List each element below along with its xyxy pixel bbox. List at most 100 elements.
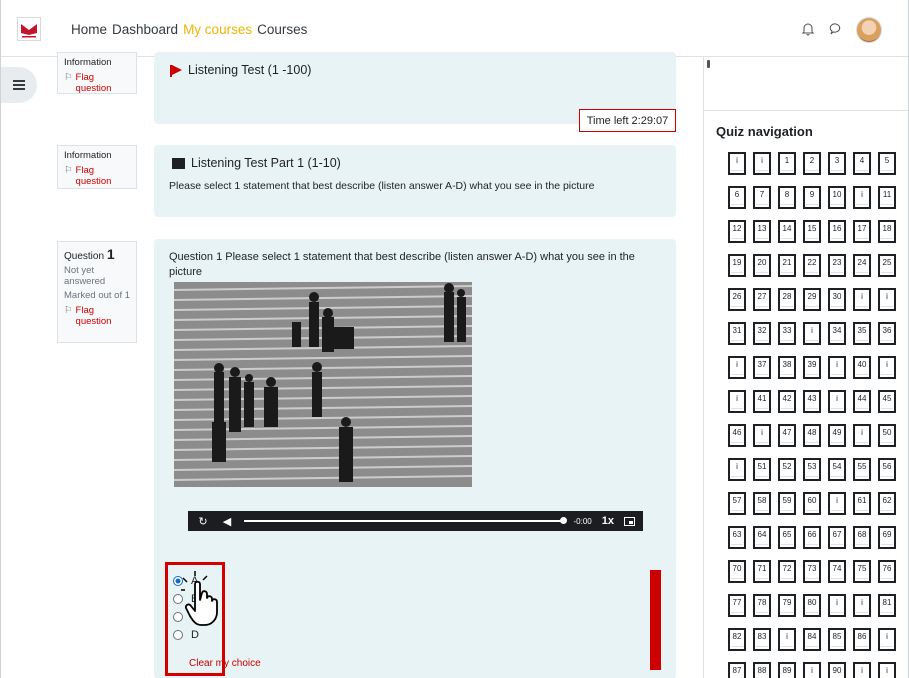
quiz-nav-button[interactable]: 13	[753, 220, 771, 243]
quiz-nav-button[interactable]: 81	[878, 594, 896, 617]
quiz-nav-button[interactable]: i	[878, 628, 896, 651]
quiz-nav-button[interactable]: i	[878, 356, 896, 379]
quiz-nav-button[interactable]: 31	[728, 322, 746, 345]
quiz-nav-button[interactable]: i	[753, 152, 771, 175]
quiz-nav-button[interactable]: i	[853, 288, 871, 311]
quiz-nav-button[interactable]: 6	[728, 186, 746, 209]
quiz-nav-button[interactable]: 44	[853, 390, 871, 413]
quiz-nav-button[interactable]: 23	[828, 254, 846, 277]
quiz-nav-button[interactable]: 8	[778, 186, 796, 209]
quiz-nav-button[interactable]: 34	[828, 322, 846, 345]
quiz-nav-button[interactable]: 9	[803, 186, 821, 209]
quiz-nav-button[interactable]: i	[828, 492, 846, 515]
drawer-resize-handle[interactable]	[707, 60, 710, 68]
quiz-nav-button[interactable]: 67	[828, 526, 846, 549]
quiz-nav-button[interactable]: i	[853, 662, 871, 678]
quiz-nav-button[interactable]: 71	[753, 560, 771, 583]
quiz-nav-button[interactable]: 56	[878, 458, 896, 481]
quiz-nav-button[interactable]: 75	[853, 560, 871, 583]
quiz-nav-button[interactable]: 90	[828, 662, 846, 678]
site-logo[interactable]	[17, 17, 41, 41]
quiz-nav-button[interactable]: 24	[853, 254, 871, 277]
quiz-nav-button[interactable]: i	[803, 662, 821, 678]
quiz-nav-button[interactable]: 49	[828, 424, 846, 447]
quiz-nav-button[interactable]: 22	[803, 254, 821, 277]
quiz-nav-button[interactable]: 84	[803, 628, 821, 651]
quiz-nav-button[interactable]: 27	[753, 288, 771, 311]
playback-speed-button[interactable]: 1x	[602, 515, 614, 527]
quiz-nav-button[interactable]: 86	[853, 628, 871, 651]
quiz-nav-button[interactable]: 82	[728, 628, 746, 651]
quiz-nav-button[interactable]: 1	[778, 152, 796, 175]
quiz-nav-button[interactable]: 89	[778, 662, 796, 678]
quiz-nav-button[interactable]: 11	[878, 186, 896, 209]
quiz-nav-button[interactable]: 76	[878, 560, 896, 583]
quiz-nav-button[interactable]: 69	[878, 526, 896, 549]
quiz-nav-button[interactable]: 30	[828, 288, 846, 311]
quiz-nav-button[interactable]: 29	[803, 288, 821, 311]
quiz-nav-button[interactable]: 48	[803, 424, 821, 447]
quiz-nav-button[interactable]: i	[853, 594, 871, 617]
nav-dashboard[interactable]: Dashboard	[112, 22, 178, 37]
volume-icon[interactable]: ◀	[220, 515, 234, 528]
quiz-nav-button[interactable]: 72	[778, 560, 796, 583]
course-index-toggle[interactable]	[1, 67, 37, 103]
quiz-nav-button[interactable]: 4	[853, 152, 871, 175]
replay-icon[interactable]: ↻	[196, 515, 210, 528]
quiz-nav-button[interactable]: 5	[878, 152, 896, 175]
quiz-nav-button[interactable]: i	[728, 458, 746, 481]
flag-question-link[interactable]: ⚐ Flag question	[64, 305, 130, 327]
quiz-nav-button[interactable]: i	[828, 356, 846, 379]
quiz-nav-button[interactable]: i	[878, 662, 896, 678]
quiz-nav-button[interactable]: 35	[853, 322, 871, 345]
flag-question-link[interactable]: ⚐ Flag question	[64, 72, 130, 94]
quiz-nav-button[interactable]: 45	[878, 390, 896, 413]
quiz-nav-button[interactable]: i	[753, 424, 771, 447]
quiz-nav-button[interactable]: 2	[803, 152, 821, 175]
quiz-nav-button[interactable]: 70	[728, 560, 746, 583]
quiz-nav-button[interactable]: 37	[753, 356, 771, 379]
nav-home[interactable]: Home	[71, 22, 107, 37]
quiz-nav-button[interactable]: 19	[728, 254, 746, 277]
quiz-nav-button[interactable]: 46	[728, 424, 746, 447]
quiz-nav-button[interactable]: i	[778, 628, 796, 651]
quiz-nav-button[interactable]: 78	[753, 594, 771, 617]
quiz-nav-button[interactable]: 47	[778, 424, 796, 447]
quiz-nav-button[interactable]: i	[853, 424, 871, 447]
bell-icon[interactable]	[800, 22, 816, 38]
quiz-nav-button[interactable]: 33	[778, 322, 796, 345]
quiz-nav-button[interactable]: i	[828, 594, 846, 617]
quiz-nav-button[interactable]: i	[728, 356, 746, 379]
quiz-nav-button[interactable]: 7	[753, 186, 771, 209]
quiz-nav-button[interactable]: 32	[753, 322, 771, 345]
quiz-nav-button[interactable]: 85	[828, 628, 846, 651]
quiz-nav-button[interactable]: 42	[778, 390, 796, 413]
quiz-nav-button[interactable]: 63	[728, 526, 746, 549]
quiz-nav-button[interactable]: 59	[778, 492, 796, 515]
quiz-nav-button[interactable]: 20	[753, 254, 771, 277]
quiz-nav-button[interactable]: 3	[828, 152, 846, 175]
nav-courses[interactable]: Courses	[257, 22, 307, 37]
quiz-nav-button[interactable]: 10	[828, 186, 846, 209]
quiz-nav-button[interactable]: 55	[853, 458, 871, 481]
quiz-nav-button[interactable]: 62	[878, 492, 896, 515]
quiz-nav-button[interactable]: 83	[753, 628, 771, 651]
quiz-nav-button[interactable]: 79	[778, 594, 796, 617]
quiz-nav-button[interactable]: 25	[878, 254, 896, 277]
quiz-nav-button[interactable]: 21	[778, 254, 796, 277]
quiz-nav-button[interactable]: 88	[753, 662, 771, 678]
quiz-nav-button[interactable]: 58	[753, 492, 771, 515]
quiz-nav-button[interactable]: 18	[878, 220, 896, 243]
quiz-nav-button[interactable]: 16	[828, 220, 846, 243]
quiz-nav-button[interactable]: i	[728, 390, 746, 413]
quiz-nav-button[interactable]: 87	[728, 662, 746, 678]
quiz-nav-button[interactable]: 41	[753, 390, 771, 413]
quiz-nav-button[interactable]: 54	[828, 458, 846, 481]
quiz-nav-button[interactable]: 53	[803, 458, 821, 481]
quiz-nav-button[interactable]: 57	[728, 492, 746, 515]
quiz-nav-button[interactable]: 39	[803, 356, 821, 379]
quiz-nav-button[interactable]: i	[878, 288, 896, 311]
quiz-nav-button[interactable]: 66	[803, 526, 821, 549]
quiz-nav-button[interactable]: i	[728, 152, 746, 175]
quiz-nav-button[interactable]: 36	[878, 322, 896, 345]
